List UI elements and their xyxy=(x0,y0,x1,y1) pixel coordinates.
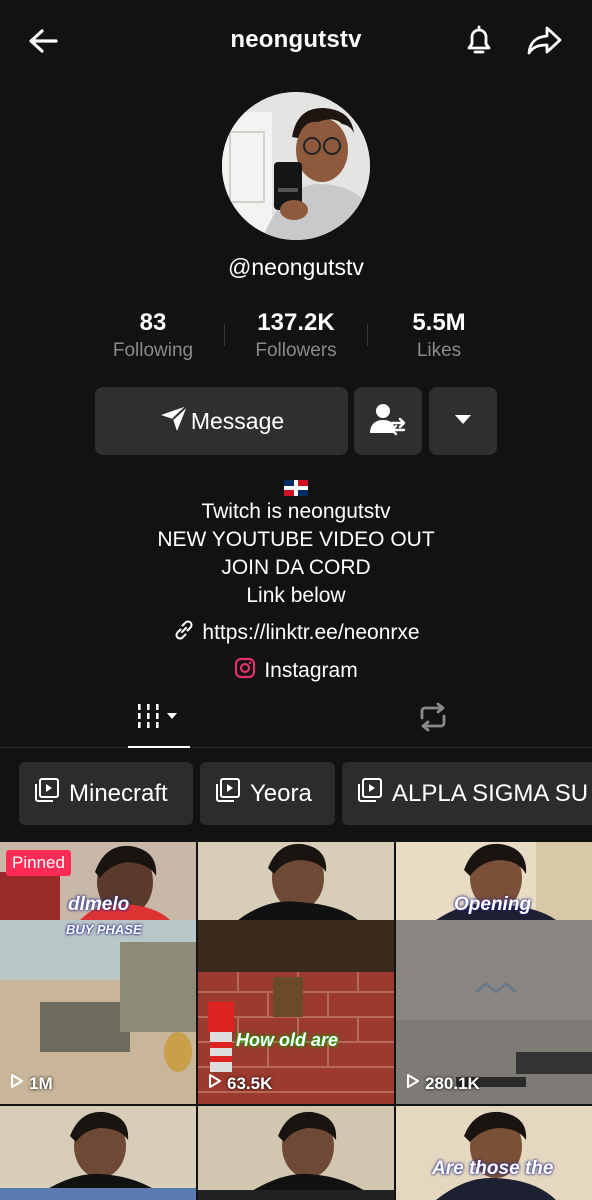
share-icon[interactable] xyxy=(524,20,566,60)
bio-line: Link below xyxy=(246,584,346,607)
view-count: 63.5K xyxy=(208,1073,272,1094)
tab-videos[interactable] xyxy=(128,690,190,748)
instagram-label: Instagram xyxy=(264,659,358,682)
playlist-label: Yeora xyxy=(250,779,312,807)
tab-reposts[interactable] xyxy=(402,690,464,748)
avatar[interactable] xyxy=(222,92,370,240)
flag-line xyxy=(0,470,592,498)
add-friend-icon xyxy=(369,401,407,442)
message-button[interactable]: Message xyxy=(95,387,348,455)
view-count: 280.1K xyxy=(406,1073,480,1094)
playlist-chip-yeora[interactable]: Yeora xyxy=(200,762,335,825)
view-count-text: 1M xyxy=(29,1073,53,1093)
playlist-icon xyxy=(33,776,61,811)
bell-icon[interactable] xyxy=(459,20,499,60)
top-bar: neongutstv xyxy=(0,0,592,80)
videos-grid-icon xyxy=(136,701,182,736)
paper-plane-icon xyxy=(159,404,191,438)
chevron-down-icon xyxy=(453,412,473,430)
playlist-chip-alpla-sigma[interactable]: ALPLA SIGMA SU xyxy=(342,762,592,825)
video-caption: How old are xyxy=(236,1030,339,1050)
dominican-republic-flag-icon xyxy=(284,476,308,497)
playlist-label: ALPLA SIGMA SU xyxy=(392,779,589,807)
message-label: Message xyxy=(190,407,285,434)
stat-label: Following xyxy=(112,340,194,361)
playlist-icon xyxy=(356,776,384,811)
stat-label: Followers xyxy=(255,340,337,361)
video-tile[interactable] xyxy=(198,1106,394,1200)
video-caption: dlmelo xyxy=(68,894,130,915)
video-caption-banner: BUY PHASE xyxy=(66,922,142,937)
playlist-label: Minecraft xyxy=(69,779,168,807)
reposts-icon xyxy=(416,702,450,737)
more-button[interactable] xyxy=(429,387,497,455)
stat-value: 5.5M xyxy=(412,309,466,336)
bio: Twitch is neongutstv NEW YOUTUBE VIDEO O… xyxy=(0,470,592,610)
playlist-icon xyxy=(214,776,242,811)
instagram-link[interactable]: Instagram xyxy=(0,657,592,685)
view-count-text: 280.1K xyxy=(425,1073,480,1093)
bio-line: Twitch is neongutstv xyxy=(201,500,391,523)
bio-link[interactable]: https://linktr.ee/neonrxe xyxy=(0,618,592,648)
video-caption: Opening xyxy=(454,894,532,915)
video-tile[interactable]: How old are 63.5K xyxy=(198,842,394,1104)
play-icon xyxy=(208,1073,222,1094)
play-icon xyxy=(10,1073,24,1094)
playlist-chips: Minecraft Yeora ALPLA SIGMA SU xyxy=(0,762,592,826)
video-tile[interactable] xyxy=(0,1106,196,1200)
bio-line: JOIN DA CORD xyxy=(221,556,371,579)
playlist-chip-minecraft[interactable]: Minecraft xyxy=(19,762,193,825)
profile-title: neongutstv xyxy=(230,26,362,53)
add-friend-button[interactable] xyxy=(354,387,422,455)
link-icon xyxy=(172,618,196,648)
video-caption: Are those the xyxy=(432,1158,554,1179)
view-count-text: 63.5K xyxy=(227,1073,273,1093)
view-count: 1M xyxy=(10,1073,53,1094)
stat-value: 83 xyxy=(139,309,167,336)
profile-handle: @neongutstv xyxy=(228,254,364,280)
stat-followers[interactable]: 137.2K Followers xyxy=(225,306,367,362)
stat-following[interactable]: 83 Following xyxy=(82,306,224,362)
video-tile[interactable]: Pinned dlmelo BUY PHASE 1M xyxy=(0,842,196,1104)
stat-label: Likes xyxy=(416,340,462,361)
play-icon xyxy=(406,1073,420,1094)
video-tile[interactable]: Opening 280.1K xyxy=(396,842,592,1104)
stat-likes[interactable]: 5.5M Likes xyxy=(368,306,510,362)
content-tabs xyxy=(0,690,592,748)
bio-line: NEW YOUTUBE VIDEO OUT xyxy=(157,528,435,551)
video-tile[interactable]: Are those the xyxy=(396,1106,592,1200)
instagram-icon xyxy=(234,657,256,685)
link-text: https://linktr.ee/neonrxe xyxy=(202,621,420,644)
stat-value: 137.2K xyxy=(257,309,335,336)
video-grid: Pinned dlmelo BUY PHASE 1M How old are 6… xyxy=(0,842,592,1200)
stats-row: 83 Following 137.2K Followers 5.5M Likes xyxy=(82,306,510,376)
pinned-badge: Pinned xyxy=(6,850,71,876)
